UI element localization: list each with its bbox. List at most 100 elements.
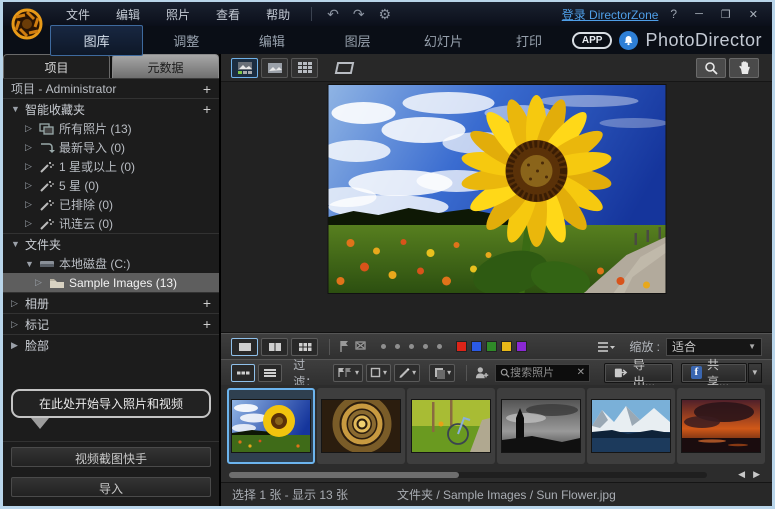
maximize-button[interactable]: ❐ (715, 8, 737, 21)
label-purple[interactable] (516, 341, 527, 352)
video-snapshot-button[interactable]: 视频截图快手 (11, 447, 211, 467)
import-callout[interactable]: 在此处开始导入照片和视频 (11, 389, 211, 418)
minimize-button[interactable]: ─ (689, 8, 709, 20)
add-icon[interactable]: + (203, 101, 211, 117)
collapse-icon[interactable]: ▼ (11, 239, 25, 249)
tree-item-excluded[interactable]: ▷ 已排除 (0) (3, 195, 219, 214)
zoom-tool-button[interactable] (696, 58, 726, 78)
collapse-icon[interactable]: ▼ (11, 104, 25, 114)
tree-item-local-disk[interactable]: ▼ 本地磁盘 (C:) (3, 254, 219, 273)
zoom-fit-dropdown[interactable]: 适合▼ (666, 338, 762, 356)
sort-icon[interactable] (597, 341, 615, 353)
tab-slideshow[interactable]: 幻灯片 (400, 26, 486, 55)
undo-icon[interactable]: ↶ (320, 6, 346, 23)
expand-icon[interactable]: ▷ (11, 319, 25, 330)
tree-section-folders[interactable]: ▼ 文件夹 (3, 233, 219, 254)
filter-label-button[interactable]: ▾ (429, 364, 455, 382)
share-button[interactable]: f 共享... (681, 363, 747, 383)
main-photo-sunflower[interactable] (328, 85, 665, 293)
photo-viewer[interactable] (221, 82, 772, 333)
add-icon[interactable]: + (203, 295, 211, 311)
notification-bell-icon[interactable] (619, 31, 638, 50)
menu-file[interactable]: 文件 (53, 2, 103, 27)
add-icon[interactable]: + (203, 316, 211, 332)
tree-item-cyberlink-cloud[interactable]: ▷ 讯连云 (0) (3, 214, 219, 233)
thumbnail-list-button[interactable] (258, 364, 282, 382)
app-badge[interactable]: APP (572, 32, 613, 49)
thumbnail-spiral-staircase[interactable] (317, 388, 405, 464)
expand-icon[interactable]: ▷ (25, 180, 39, 191)
thumbnail-mountain-lake[interactable] (587, 388, 675, 464)
compare-two-view-button[interactable] (261, 338, 288, 356)
tree-item-5-star[interactable]: ▷ 5 星 (0) (3, 176, 219, 195)
tree-item-sample-images[interactable]: ▷ Sample Images (13) (3, 273, 219, 292)
tab-adjust[interactable]: 调整 (143, 26, 229, 55)
tab-library[interactable]: 图库 (50, 25, 143, 56)
label-yellow[interactable] (501, 341, 512, 352)
export-button[interactable]: 导出... (604, 363, 673, 383)
import-button[interactable]: 导入 (11, 477, 211, 497)
collapse-icon[interactable]: ▼ (25, 259, 39, 269)
search-input[interactable] (510, 367, 576, 379)
sidebar-tab-projects[interactable]: 项目 (3, 54, 110, 78)
compare-mode-button[interactable] (331, 58, 358, 78)
menu-help[interactable]: 帮助 (253, 2, 303, 27)
multi-view-button[interactable] (291, 338, 318, 356)
menu-view[interactable]: 查看 (203, 2, 253, 27)
tree-item-1-star-up[interactable]: ▷ 1 星或以上 (0) (3, 157, 219, 176)
expand-icon[interactable]: ▷ (11, 298, 25, 309)
filter-frame-button[interactable]: ▾ (366, 364, 391, 382)
scrollbar-track[interactable] (229, 472, 707, 478)
expand-icon[interactable]: ▷ (25, 123, 39, 134)
tab-layers[interactable]: 图层 (315, 26, 401, 55)
scrollbar-thumb[interactable] (229, 472, 459, 478)
view-browse-mode-button[interactable] (231, 58, 258, 78)
menu-photo[interactable]: 照片 (153, 2, 203, 27)
tree-item-latest-import[interactable]: ▷ 最新导入 (0) (3, 138, 219, 157)
label-green[interactable] (486, 341, 497, 352)
tree-section-albums[interactable]: ▷ 相册+ (3, 292, 219, 313)
expand-icon[interactable]: ▷ (25, 142, 39, 153)
view-grid-mode-button[interactable] (291, 58, 318, 78)
clear-search-icon[interactable]: ✕ (577, 367, 585, 378)
view-single-mode-button[interactable] (261, 58, 288, 78)
settings-gear-icon[interactable]: ⚙ (372, 6, 399, 23)
login-directorzone-link[interactable]: 登录 DirectorZone (562, 6, 659, 23)
thumbnail-sunset[interactable] (677, 388, 765, 464)
add-person-icon[interactable] (475, 365, 489, 380)
single-view-button[interactable] (231, 338, 258, 356)
close-button[interactable]: ✕ (743, 8, 764, 21)
tab-edit[interactable]: 编辑 (229, 26, 315, 55)
expand-icon[interactable]: ▷ (35, 277, 49, 288)
redo-icon[interactable]: ↷ (346, 6, 372, 23)
thumbnail-bicycle-field[interactable] (407, 388, 495, 464)
filter-flags-button[interactable]: ▾ (333, 364, 363, 382)
expand-icon[interactable]: ▷ (25, 161, 39, 172)
tab-print[interactable]: 打印 (486, 26, 572, 55)
tree-item-all-photos[interactable]: ▷ 所有照片 (13) (3, 119, 219, 138)
scroll-left-icon[interactable]: ◀ (738, 469, 745, 480)
flag-pick-icon[interactable] (338, 340, 351, 353)
star-rating-dots[interactable] (381, 344, 442, 349)
tree-section-tags[interactable]: ▷ 标记+ (3, 313, 219, 334)
thumbnail-grid-button[interactable] (231, 364, 255, 382)
filter-rating-pen-button[interactable]: ▾ (394, 364, 420, 382)
tree-section-smart-collections[interactable]: ▼ 智能收藏夹+ (3, 98, 219, 119)
pan-hand-button[interactable] (729, 58, 759, 78)
help-button[interactable]: ? (664, 7, 683, 21)
scroll-right-icon[interactable]: ▶ (753, 469, 760, 480)
menu-edit[interactable]: 编辑 (103, 2, 153, 27)
label-blue[interactable] (471, 341, 482, 352)
thumbnail-sunflower[interactable] (227, 388, 315, 464)
share-dropdown-button[interactable]: ▼ (748, 363, 762, 383)
label-red[interactable] (456, 341, 467, 352)
sidebar-tab-metadata[interactable]: 元数据 (112, 54, 219, 78)
thumbnail-dark-church[interactable] (497, 388, 585, 464)
expand-icon[interactable]: ▷ (25, 218, 39, 229)
tree-section-faces[interactable]: ▶ 脸部 (3, 334, 219, 355)
expand-icon[interactable]: ▷ (25, 199, 39, 210)
expand-icon[interactable]: ▶ (11, 340, 25, 351)
flag-reject-icon[interactable] (354, 340, 367, 353)
tree-item-project[interactable]: 项目 - Administrator+ (3, 79, 219, 98)
add-icon[interactable]: + (203, 81, 211, 97)
